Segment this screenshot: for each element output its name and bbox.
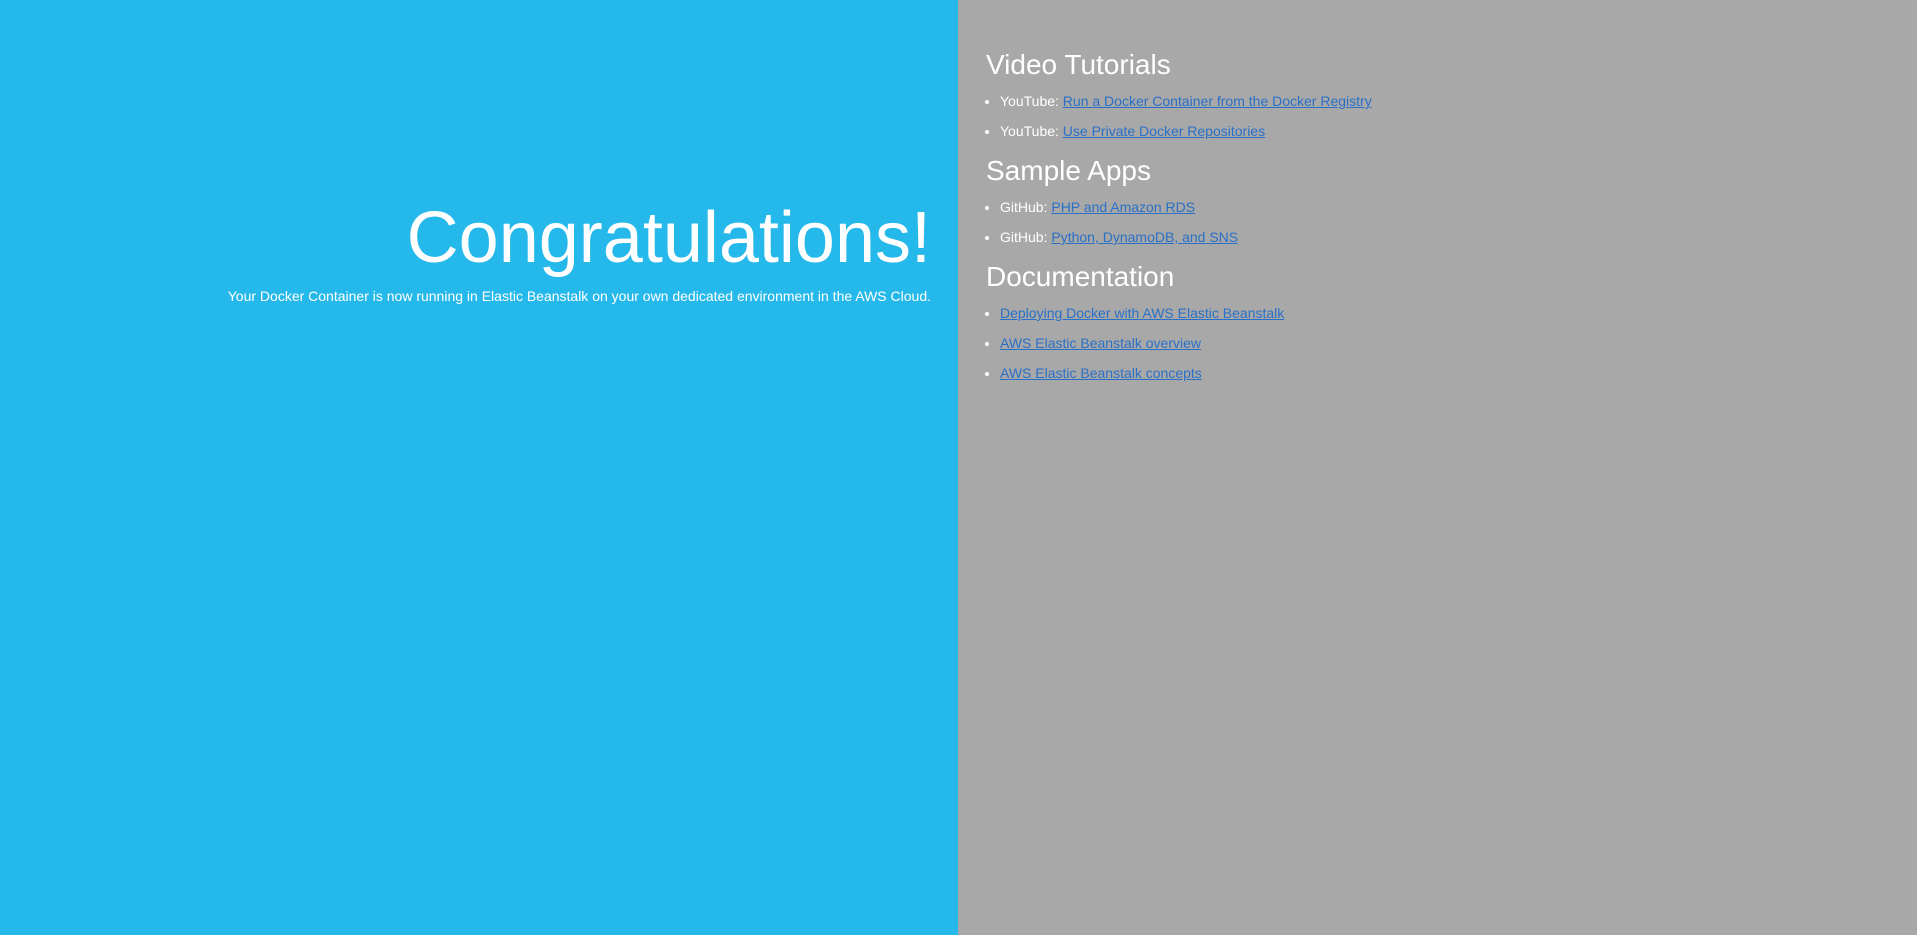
hero-content: Congratulations! Your Docker Container i… bbox=[221, 198, 931, 304]
item-prefix: YouTube: bbox=[1000, 93, 1063, 109]
item-prefix: GitHub: bbox=[1000, 199, 1052, 215]
link-list: Deploying Docker with AWS Elastic Beanst… bbox=[986, 305, 1917, 381]
youtube-private-repos-link[interactable]: Use Private Docker Repositories bbox=[1063, 123, 1265, 139]
list-item: AWS Elastic Beanstalk overview bbox=[1000, 335, 1917, 351]
link-list: YouTube: Run a Docker Container from the… bbox=[986, 93, 1917, 139]
list-item: AWS Elastic Beanstalk concepts bbox=[1000, 365, 1917, 381]
hero-title: Congratulations! bbox=[406, 198, 931, 278]
section-heading: Documentation bbox=[986, 261, 1175, 292]
link-list: GitHub: PHP and Amazon RDS GitHub: Pytho… bbox=[986, 199, 1917, 245]
section-heading: Video Tutorials bbox=[986, 49, 1171, 80]
section-heading: Sample Apps bbox=[986, 155, 1151, 186]
list-item: YouTube: Use Private Docker Repositories bbox=[1000, 123, 1917, 139]
section-sample-apps: Sample Apps GitHub: PHP and Amazon RDS G… bbox=[986, 153, 1917, 245]
item-prefix: YouTube: bbox=[1000, 123, 1063, 139]
list-item: GitHub: Python, DynamoDB, and SNS bbox=[1000, 229, 1917, 245]
doc-deploying-docker-link[interactable]: Deploying Docker with AWS Elastic Beanst… bbox=[1000, 305, 1284, 321]
hero-message: Your Docker Container is now running in … bbox=[227, 288, 931, 304]
github-php-rds-link[interactable]: PHP and Amazon RDS bbox=[1051, 199, 1195, 215]
item-prefix: GitHub: bbox=[1000, 229, 1052, 245]
section-video-tutorials: Video Tutorials YouTube: Run a Docker Co… bbox=[986, 47, 1917, 139]
list-item: GitHub: PHP and Amazon RDS bbox=[1000, 199, 1917, 215]
doc-overview-link[interactable]: AWS Elastic Beanstalk overview bbox=[1000, 335, 1201, 351]
resources-panel: Video Tutorials YouTube: Run a Docker Co… bbox=[958, 0, 1917, 935]
page: Congratulations! Your Docker Container i… bbox=[0, 0, 1917, 935]
list-item: YouTube: Run a Docker Container from the… bbox=[1000, 93, 1917, 109]
list-item: Deploying Docker with AWS Elastic Beanst… bbox=[1000, 305, 1917, 321]
github-python-dynamodb-sns-link[interactable]: Python, DynamoDB, and SNS bbox=[1051, 229, 1238, 245]
hero-panel: Congratulations! Your Docker Container i… bbox=[0, 0, 958, 935]
doc-concepts-link[interactable]: AWS Elastic Beanstalk concepts bbox=[1000, 365, 1202, 381]
section-documentation: Documentation Deploying Docker with AWS … bbox=[986, 259, 1917, 381]
youtube-docker-registry-link[interactable]: Run a Docker Container from the Docker R… bbox=[1063, 93, 1372, 109]
